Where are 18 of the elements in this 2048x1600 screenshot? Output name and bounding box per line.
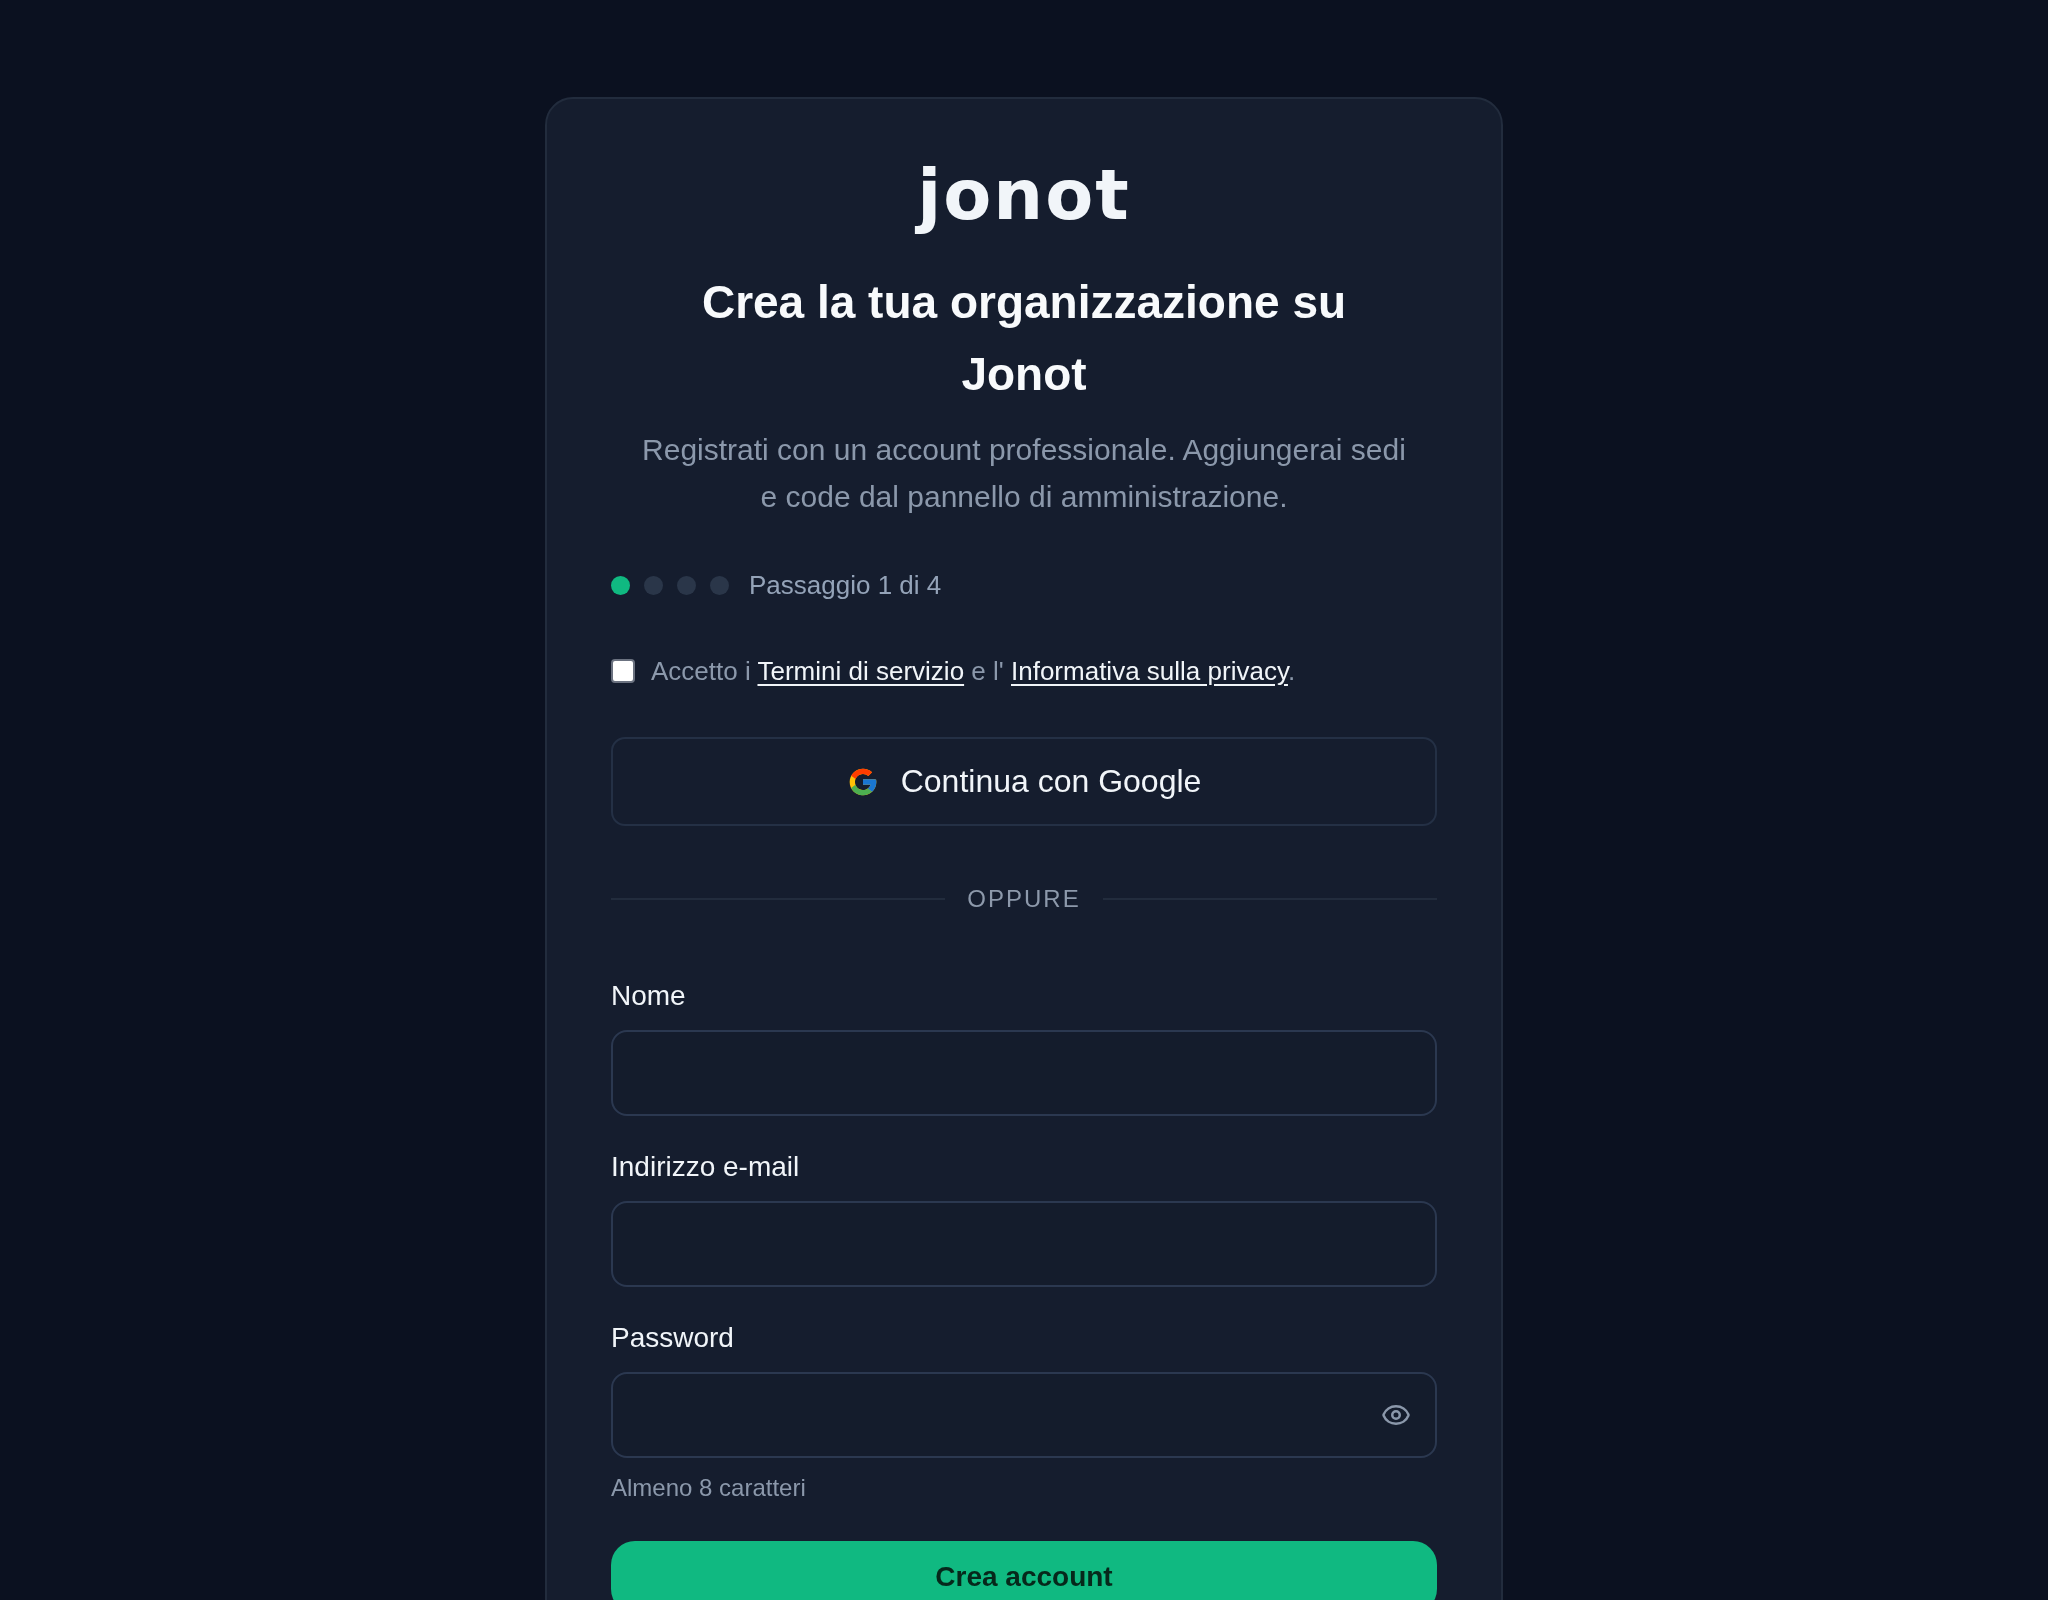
terms-link[interactable]: Informativa sulla privacy xyxy=(1011,656,1288,686)
hint-text: Almeno 8 caratteri xyxy=(611,1473,806,1503)
create-account-button[interactable]: Crea account xyxy=(611,1541,1437,1600)
terms-link[interactable]: Termini di servizio xyxy=(757,656,965,686)
field-label: Password xyxy=(611,1321,734,1355)
name-field[interactable] xyxy=(611,1030,1437,1116)
divider-label: OPPURE xyxy=(967,885,1081,913)
page-title: Crea la tua organizzazione su Jonot xyxy=(700,275,1348,402)
password-field[interactable] xyxy=(611,1372,1437,1458)
logo: jonot xyxy=(917,155,1131,235)
google-sign-in-button[interactable]: Continua con Google xyxy=(611,737,1437,826)
terms-text: Accetto i Termini di servizio e l' Informativa sulla privacy. xyxy=(651,655,1296,687)
subtitle-text: Registrati con un account professionale. Aggiungerai sedi e code dal pannello di amministrazione. xyxy=(641,432,1407,515)
field-label: Nome xyxy=(611,979,686,1013)
field-label: Indirizzo e-mail xyxy=(611,1150,800,1184)
step-label: Passaggio 1 di 4 xyxy=(749,569,942,601)
email-field[interactable] xyxy=(611,1201,1437,1287)
terms-checkbox[interactable] xyxy=(611,659,635,683)
